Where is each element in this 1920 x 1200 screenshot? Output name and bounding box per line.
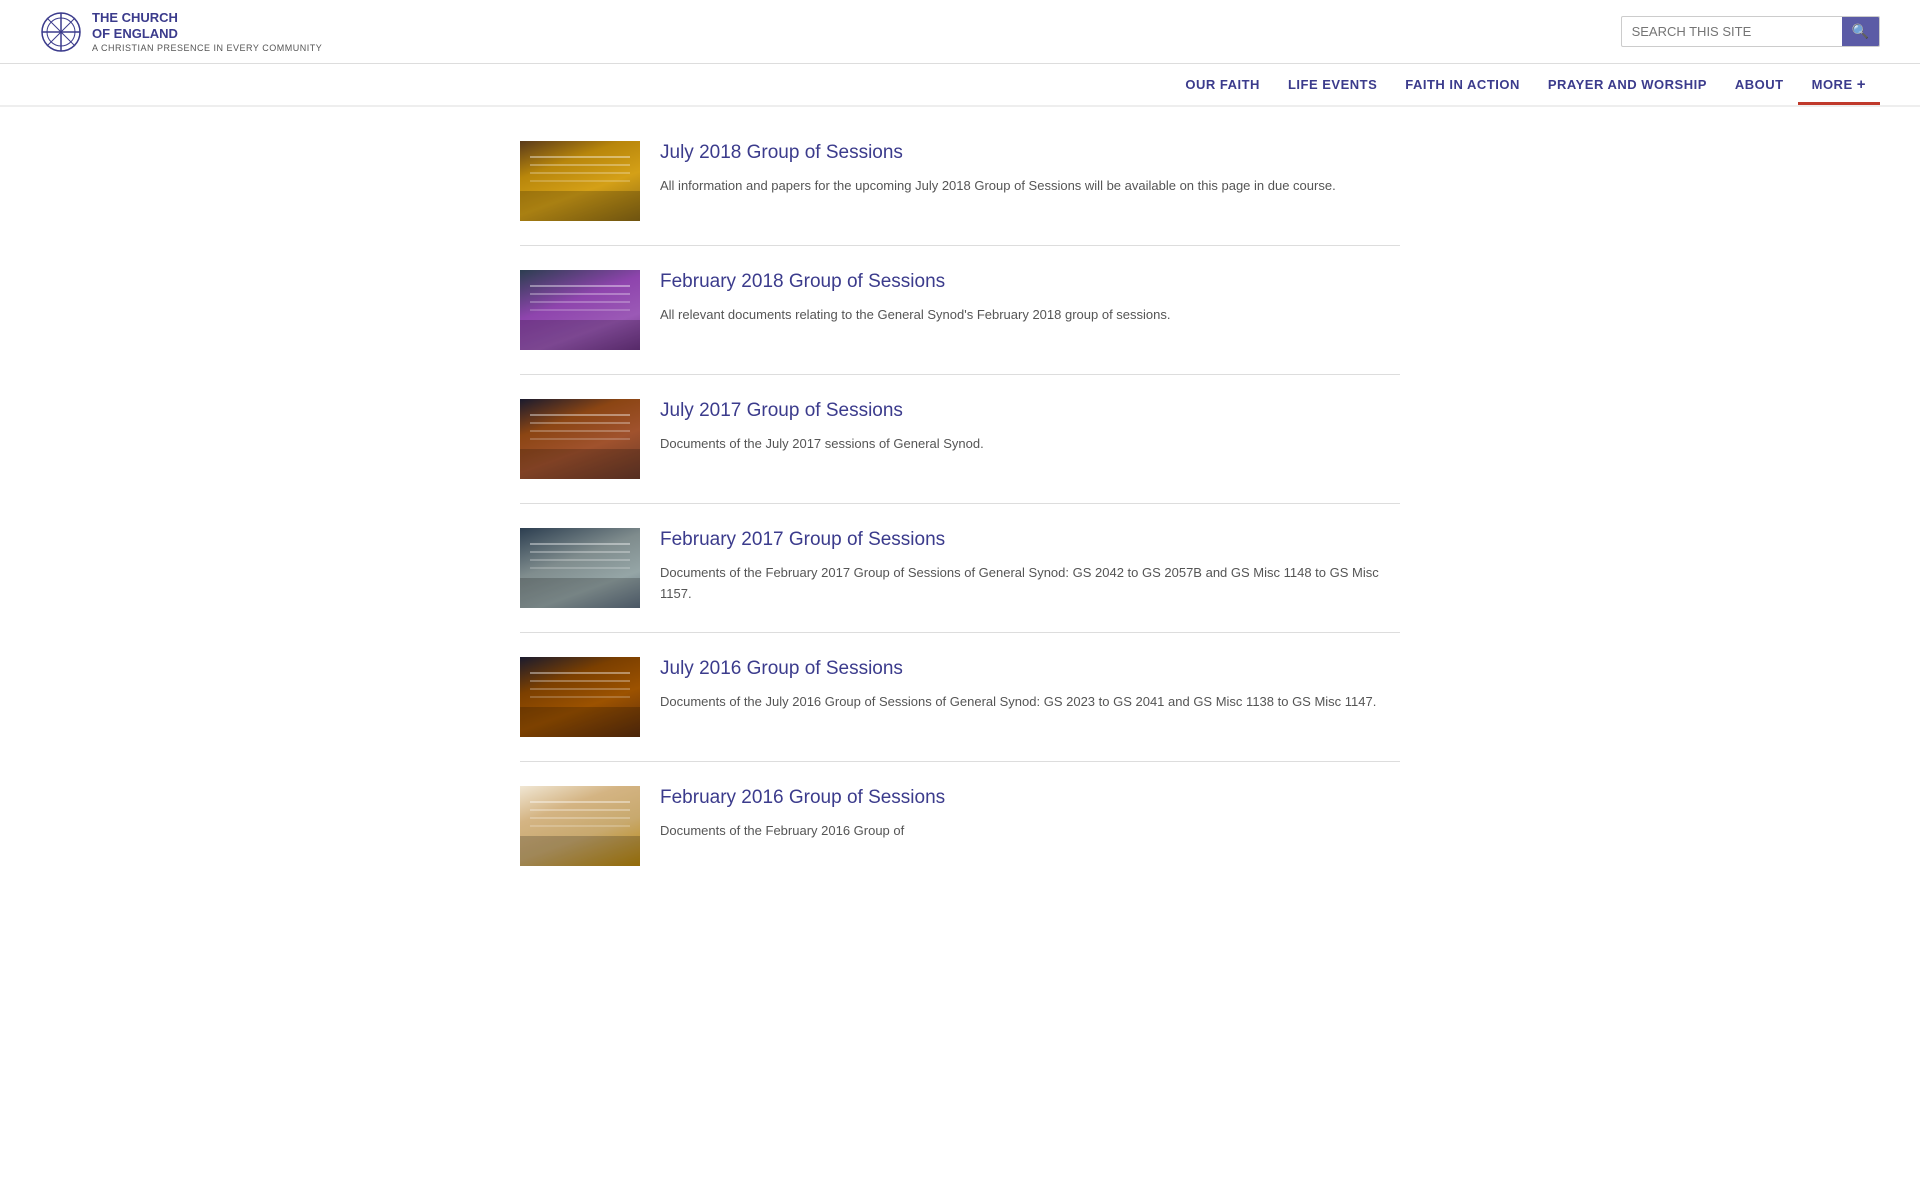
session-content: February 2018 Group of Sessions All rele… (660, 270, 1400, 325)
session-content: July 2017 Group of Sessions Documents of… (660, 399, 1400, 454)
session-thumbnail[interactable] (520, 399, 640, 479)
session-description: All relevant documents relating to the G… (660, 305, 1400, 326)
session-list: July 2018 Group of Sessions All informat… (520, 117, 1400, 890)
session-item: February 2016 Group of Sessions Document… (520, 762, 1400, 890)
session-description: Documents of the July 2017 sessions of G… (660, 434, 1400, 455)
session-title[interactable]: February 2016 Group of Sessions (660, 786, 1400, 811)
session-content: July 2018 Group of Sessions All informat… (660, 141, 1400, 196)
session-title[interactable]: July 2017 Group of Sessions (660, 399, 1400, 424)
session-content: July 2016 Group of Sessions Documents of… (660, 657, 1400, 712)
session-image (520, 141, 640, 221)
session-content: February 2016 Group of Sessions Document… (660, 786, 1400, 841)
logo-text: THE CHURCHOF ENGLAND A CHRISTIAN PRESENC… (92, 10, 322, 53)
session-thumbnail[interactable] (520, 141, 640, 221)
nav-item-about[interactable]: ABOUT (1721, 65, 1798, 104)
session-thumbnail[interactable] (520, 528, 640, 608)
site-header: THE CHURCHOF ENGLAND A CHRISTIAN PRESENC… (0, 0, 1920, 64)
session-description: All information and papers for the upcom… (660, 176, 1400, 197)
session-title[interactable]: February 2017 Group of Sessions (660, 528, 1400, 553)
nav-item-prayer-worship[interactable]: PRAYER AND WORSHIP (1534, 65, 1721, 104)
session-description: Documents of the February 2016 Group of (660, 821, 1400, 842)
session-image (520, 786, 640, 866)
session-title[interactable]: July 2016 Group of Sessions (660, 657, 1400, 682)
main-content: July 2018 Group of Sessions All informat… (480, 117, 1440, 930)
more-plus-icon: + (1857, 76, 1866, 93)
session-description: Documents of the February 2017 Group of … (660, 563, 1400, 605)
session-image (520, 399, 640, 479)
search-input[interactable] (1622, 18, 1842, 45)
nav-item-life-events[interactable]: LIFE EVENTS (1274, 65, 1391, 104)
nav-item-our-faith[interactable]: OUR FAITH (1171, 65, 1274, 104)
logo-icon (40, 11, 82, 53)
session-thumbnail[interactable] (520, 270, 640, 350)
session-description: Documents of the July 2016 Group of Sess… (660, 692, 1400, 713)
session-thumbnail[interactable] (520, 786, 640, 866)
session-content: February 2017 Group of Sessions Document… (660, 528, 1400, 604)
main-nav: OUR FAITH LIFE EVENTS FAITH IN ACTION PR… (0, 64, 1920, 107)
session-item: July 2016 Group of Sessions Documents of… (520, 633, 1400, 762)
nav-item-faith-in-action[interactable]: FAITH IN ACTION (1391, 65, 1534, 104)
session-thumbnail[interactable] (520, 657, 640, 737)
nav-item-more[interactable]: MORE + (1798, 64, 1880, 105)
session-item: July 2018 Group of Sessions All informat… (520, 117, 1400, 246)
logo-link[interactable]: THE CHURCHOF ENGLAND A CHRISTIAN PRESENC… (40, 10, 322, 53)
logo-tagline: A CHRISTIAN PRESENCE IN EVERY COMMUNITY (92, 43, 322, 53)
session-image (520, 657, 640, 737)
search-button[interactable]: 🔍 (1842, 17, 1879, 46)
logo-org-name: THE CHURCHOF ENGLAND (92, 10, 322, 41)
session-item: February 2017 Group of Sessions Document… (520, 504, 1400, 633)
search-form: 🔍 (1621, 16, 1880, 47)
session-title[interactable]: February 2018 Group of Sessions (660, 270, 1400, 295)
session-title[interactable]: July 2018 Group of Sessions (660, 141, 1400, 166)
session-image (520, 270, 640, 350)
session-item: February 2018 Group of Sessions All rele… (520, 246, 1400, 375)
session-item: July 2017 Group of Sessions Documents of… (520, 375, 1400, 504)
session-image (520, 528, 640, 608)
